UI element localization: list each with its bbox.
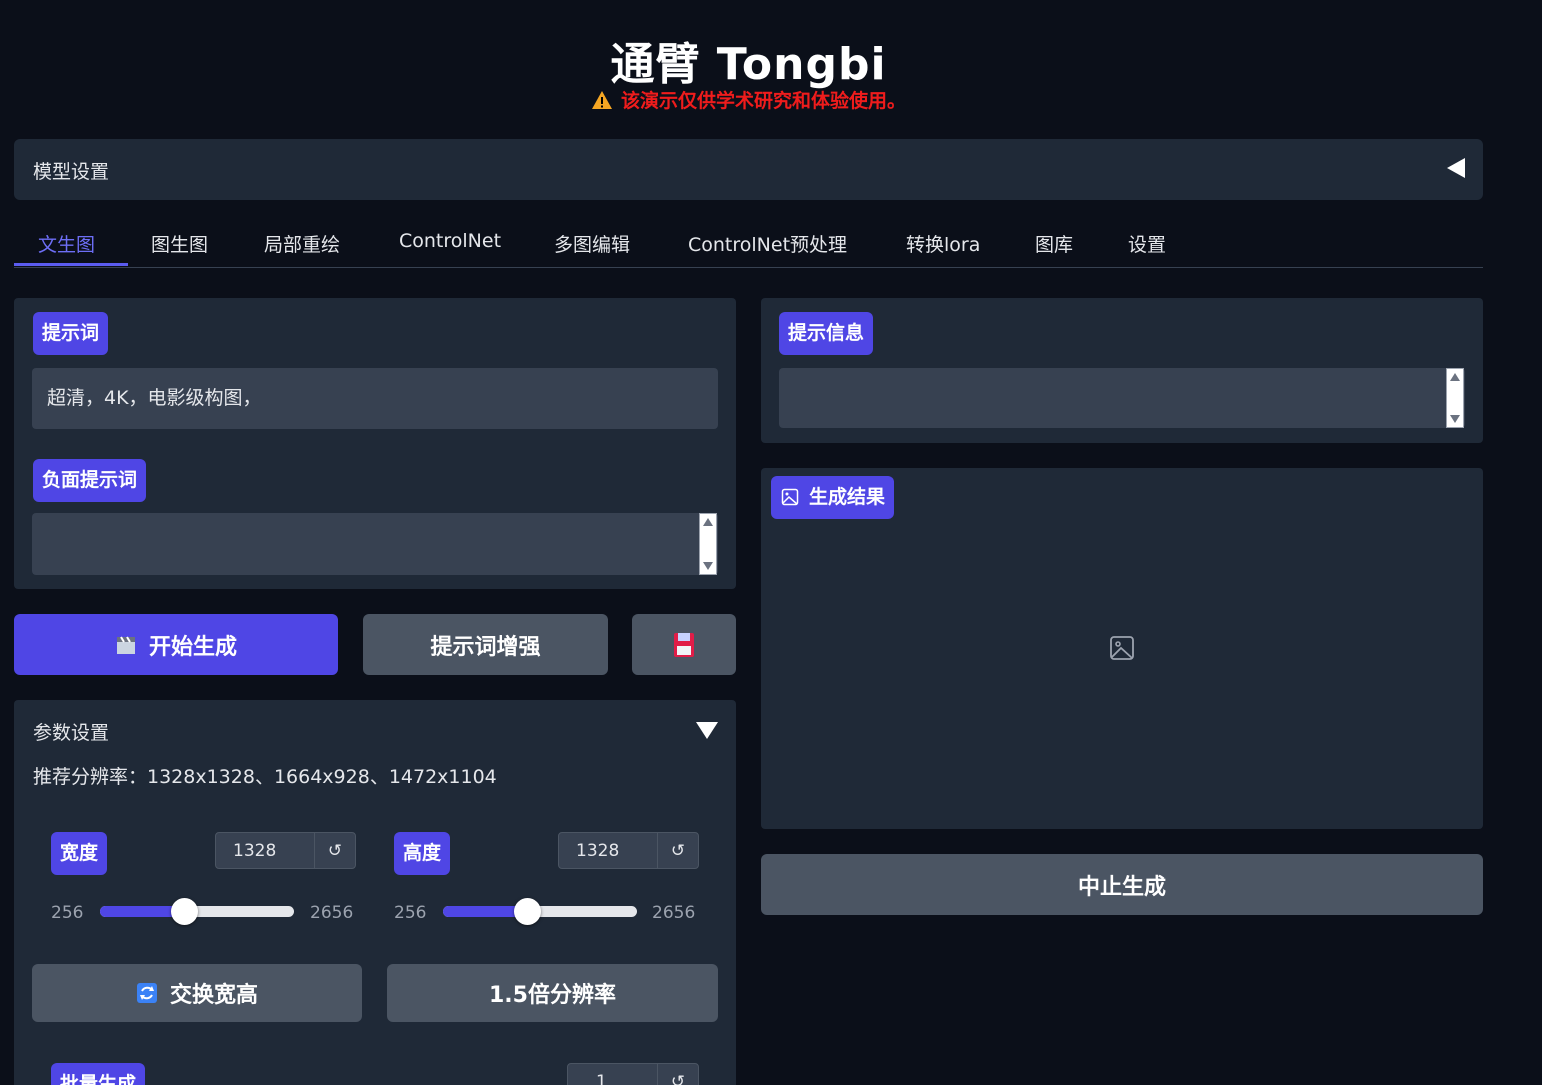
page-title: 通臂 Tongbi <box>610 39 887 90</box>
recommended-resolutions: 推荐分辨率：1328x1328、1664x928、1472x1104 <box>33 766 497 788</box>
width-number-input[interactable]: 1328 ↺ <box>215 832 356 869</box>
tab-txt2img[interactable]: 文生图 <box>38 230 95 257</box>
height-max: 2656 <box>652 903 696 923</box>
collapse-left-icon[interactable] <box>1447 158 1465 178</box>
clapperboard-icon <box>116 635 135 654</box>
width-value: 1328 <box>233 841 277 861</box>
model-settings-accordion[interactable]: 模型设置 <box>14 139 1483 200</box>
height-label: 高度 <box>394 832 451 875</box>
negative-prompt-scrollbar[interactable] <box>699 513 717 575</box>
batch-number-input[interactable]: 1 ↺ <box>567 1063 699 1085</box>
reset-height-icon[interactable]: ↺ <box>657 833 698 868</box>
swap-dimensions-button[interactable]: 交换宽高 <box>32 964 362 1022</box>
result-label: 生成结果 <box>771 476 895 519</box>
enhance-prompt-button[interactable]: 提示词增强 <box>363 614 608 675</box>
scroll-up-icon[interactable] <box>1450 373 1460 381</box>
generate-button[interactable]: 开始生成 <box>14 614 338 675</box>
info-label: 提示信息 <box>779 312 874 355</box>
tab-convert-lora[interactable]: 转换lora <box>906 230 980 257</box>
generate-button-label: 开始生成 <box>148 634 237 660</box>
floppy-disk-icon <box>674 632 694 657</box>
scroll-down-icon[interactable] <box>703 562 713 570</box>
batch-value: 1 <box>596 1072 607 1085</box>
stop-button-label: 中止生成 <box>1077 874 1166 900</box>
save-button[interactable] <box>632 614 736 675</box>
params-panel: 参数设置 推荐分辨率：1328x1328、1664x928、1472x1104 … <box>14 700 736 1085</box>
warning-banner: 该演示仅供学术研究和体验使用。 <box>0 86 1497 113</box>
reset-width-icon[interactable]: ↺ <box>314 833 355 868</box>
tab-controlnet-preprocess[interactable]: ControlNet预处理 <box>688 230 847 257</box>
info-output[interactable] <box>779 368 1465 428</box>
width-label: 宽度 <box>51 832 108 875</box>
image-icon <box>781 488 799 506</box>
negative-prompt-label: 负面提示词 <box>33 459 147 502</box>
collapse-down-icon[interactable] <box>696 722 718 739</box>
width-slider[interactable] <box>100 898 294 925</box>
image-placeholder-icon <box>1110 636 1134 660</box>
tab-bar: 文生图 图生图 局部重绘 ControlNet 多图编辑 ControlNet预… <box>14 218 1483 268</box>
height-value: 1328 <box>576 841 620 861</box>
upscale-label: 1.5倍分辨率 <box>489 983 616 1008</box>
swap-dimensions-label: 交换宽高 <box>169 983 258 1008</box>
warning-text: 该演示仅供学术研究和体验使用。 <box>620 90 906 112</box>
tab-inpaint[interactable]: 局部重绘 <box>264 230 340 257</box>
height-min: 256 <box>394 903 427 923</box>
upscale-button[interactable]: 1.5倍分辨率 <box>387 964 718 1022</box>
scroll-down-icon[interactable] <box>1450 415 1460 423</box>
params-label: 参数设置 <box>33 722 110 744</box>
prompt-label: 提示词 <box>33 312 109 355</box>
reset-batch-icon[interactable]: ↺ <box>657 1064 698 1085</box>
prompt-input[interactable]: 超清，4K，电影级构图， <box>32 368 718 429</box>
tab-gallery[interactable]: 图库 <box>1035 230 1073 257</box>
swap-icon <box>136 983 157 1003</box>
result-panel: 生成结果 <box>761 468 1483 829</box>
prompt-panel: 提示词 超清，4K，电影级构图， 负面提示词 <box>14 298 736 589</box>
width-max: 2656 <box>310 903 354 923</box>
tab-img2img[interactable]: 图生图 <box>151 230 208 257</box>
model-settings-label: 模型设置 <box>33 161 110 183</box>
scroll-up-icon[interactable] <box>703 518 713 526</box>
batch-label: 批量生成 <box>51 1063 146 1085</box>
negative-prompt-input[interactable] <box>32 513 718 575</box>
height-slider-thumb[interactable] <box>514 898 542 925</box>
tab-multi-image-edit[interactable]: 多图编辑 <box>554 230 630 257</box>
width-min: 256 <box>51 903 84 923</box>
warning-icon <box>591 91 612 109</box>
tab-controlnet[interactable]: ControlNet <box>399 230 501 252</box>
height-slider[interactable] <box>443 898 637 925</box>
height-number-input[interactable]: 1328 ↺ <box>558 832 699 869</box>
enhance-prompt-label: 提示词增强 <box>430 634 541 660</box>
active-tab-indicator <box>14 263 128 266</box>
stop-button[interactable]: 中止生成 <box>761 854 1483 915</box>
result-label-text: 生成结果 <box>809 486 886 508</box>
info-panel: 提示信息 <box>761 298 1483 443</box>
width-slider-thumb[interactable] <box>171 898 199 925</box>
info-scrollbar[interactable] <box>1446 368 1464 428</box>
tab-settings[interactable]: 设置 <box>1128 230 1166 257</box>
